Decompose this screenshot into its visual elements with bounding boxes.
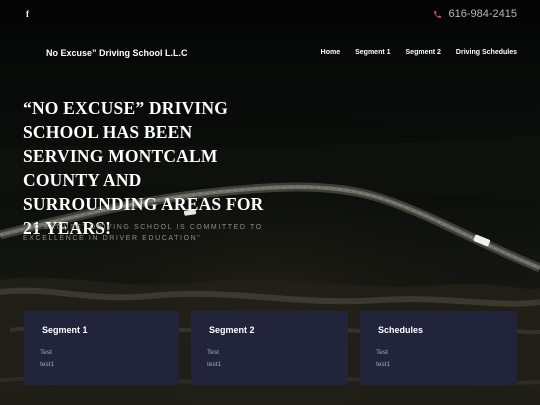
nav-item-home[interactable]: Home [321,49,340,56]
card-text-line-2: test1 [207,361,222,368]
card-text-line-1: Test [207,349,219,356]
card-schedules[interactable]: Schedules Test test1 [360,311,517,385]
hero-section: No Excuse” Driving School L.L.C Home Seg… [0,30,540,405]
nav-menu: Home Segment 1 Segment 2 Driving Schedul… [321,49,517,56]
card-title: Segment 2 [209,325,255,335]
nav-item-segment-1[interactable]: Segment 1 [355,49,390,56]
card-title: Segment 1 [42,325,88,335]
phone-number[interactable]: 616-984-2415 [448,8,517,20]
nav-item-segment-2[interactable]: Segment 2 [406,49,441,56]
card-text-line-1: Test [40,349,52,356]
facebook-icon[interactable]: f [26,9,29,19]
card-segment-1[interactable]: Segment 1 Test test1 [24,311,179,385]
card-text-line-2: test1 [40,361,55,368]
main-navigation: No Excuse” Driving School L.L.C Home Seg… [0,30,540,76]
top-bar: f 616-984-2415 [0,0,540,30]
hero-headline: “NO EXCUSE” DRIVING SCHOOL HAS BEEN SERV… [23,98,264,238]
site-brand[interactable]: No Excuse” Driving School L.L.C [46,48,188,58]
hero-subtext: “NO EXCUSE” DRIVING SCHOOL IS COMMITTED … [23,224,263,242]
card-title: Schedules [378,325,424,335]
card-text-line-1: Test [376,349,388,356]
phone-contact[interactable]: 616-984-2415 [433,8,517,20]
phone-icon [434,10,442,18]
nav-item-driving-schedules[interactable]: Driving Schedules [456,49,517,56]
card-segment-2[interactable]: Segment 2 Test test1 [191,311,348,385]
card-text-line-2: test1 [376,361,391,368]
